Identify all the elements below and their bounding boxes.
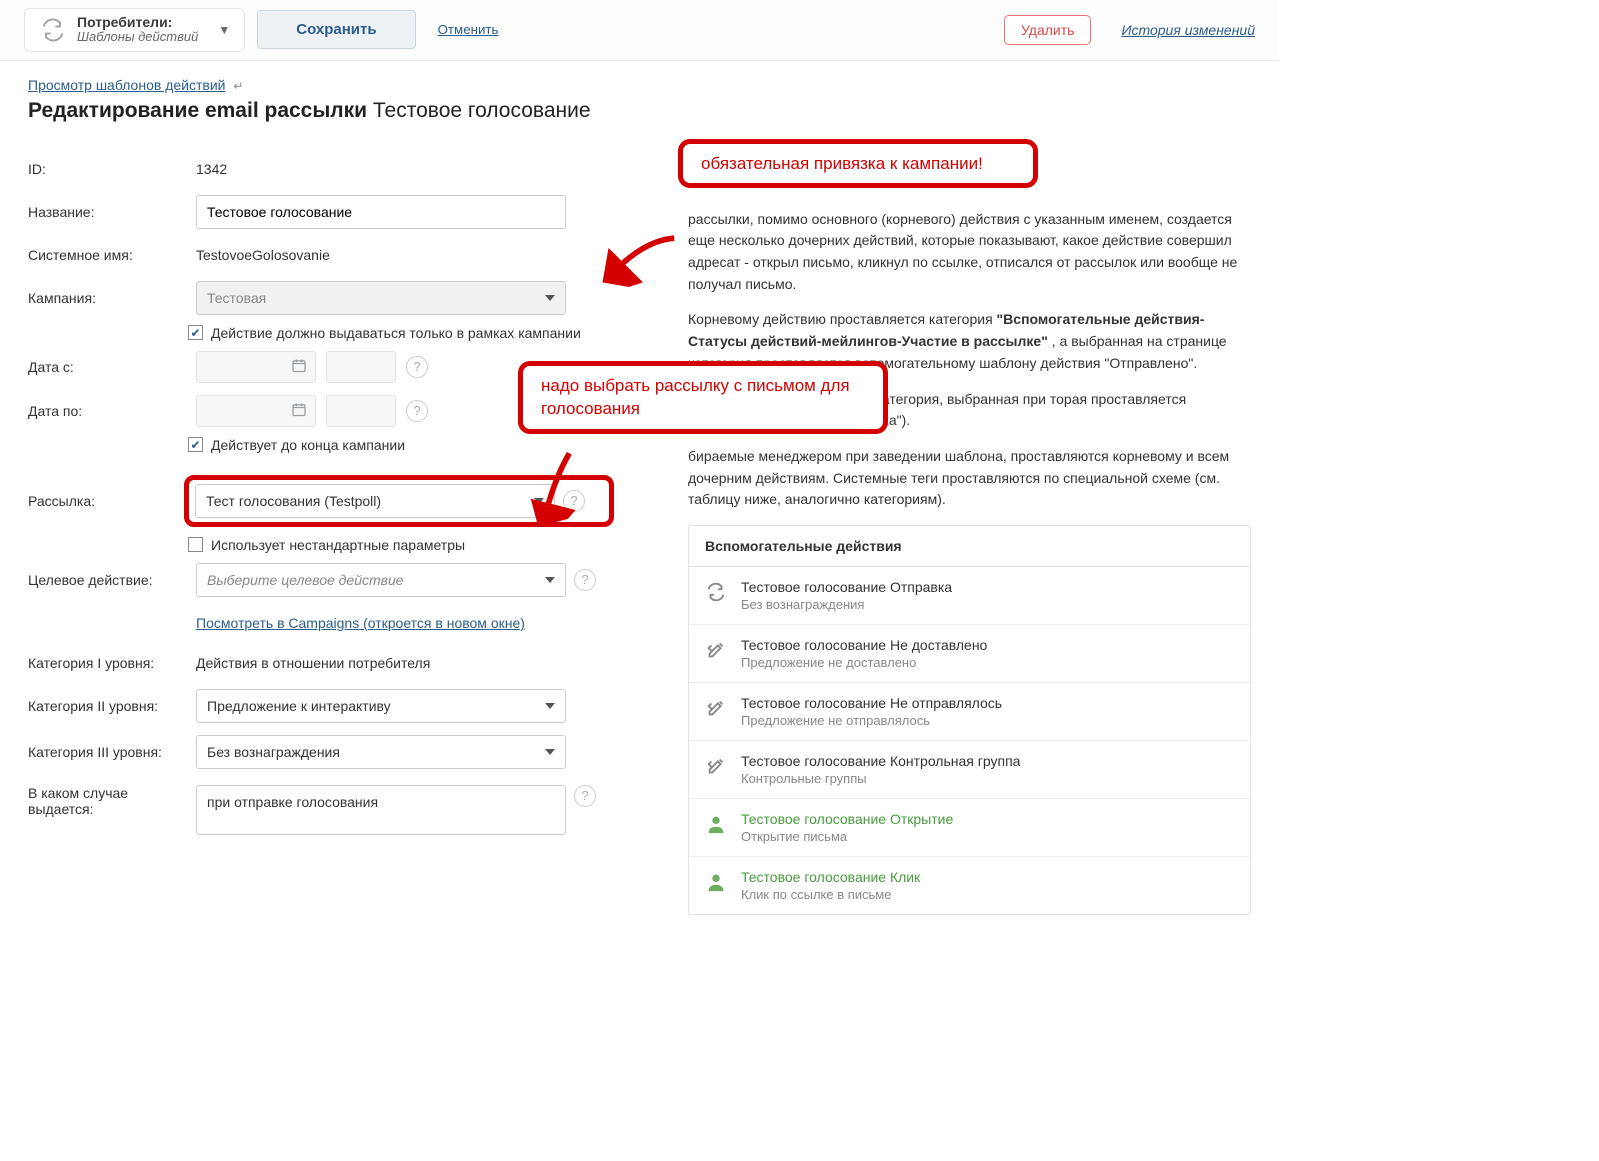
context-dropdown[interactable]: Потребители: Шаблоны действий ▼	[24, 8, 245, 52]
when-label: В каком случае выдается:	[28, 785, 188, 817]
aux-header: Вспомогательные действия	[689, 526, 1250, 567]
delete-button[interactable]: Удалить	[1004, 15, 1091, 45]
tools-icon	[705, 755, 727, 777]
date-to-label: Дата по:	[28, 403, 188, 419]
return-icon: ↵	[233, 79, 243, 93]
refresh-icon	[705, 581, 727, 603]
open-campaigns-link[interactable]: Посмотреть в Campaigns (откроется в ново…	[196, 615, 525, 631]
calendar-icon	[291, 357, 307, 376]
target-label: Целевое действие:	[28, 572, 188, 588]
breadcrumb-back-link[interactable]: Просмотр шаблонов действий	[28, 77, 225, 93]
help-icon[interactable]: ?	[406, 356, 428, 378]
annotation-select-mailing: надо выбрать рассылку с письмом для голо…	[518, 361, 888, 435]
aux-item[interactable]: Тестовое голосование Отправка Без вознагр…	[689, 567, 1250, 625]
cat3-label: Категория III уровня:	[28, 744, 188, 760]
info-paragraph: рассылки, помимо основного (корневого) д…	[688, 209, 1251, 296]
cat2-select[interactable]: Предложение к интерактиву	[196, 689, 566, 723]
chevron-down-icon	[545, 703, 555, 709]
campaign-only-label: Действие должно выдаваться только в рамк…	[211, 325, 581, 341]
aux-item[interactable]: Тестовое голосование Клик Клик по ссылке …	[689, 857, 1250, 914]
chevron-down-icon	[545, 295, 555, 301]
mailing-label: Рассылка:	[28, 493, 188, 509]
aux-item-title: Тестовое голосование Не доставлено	[741, 637, 987, 653]
auxiliary-actions-panel: Вспомогательные действия Тестовое голосо…	[688, 525, 1251, 915]
date-from-input[interactable]	[196, 351, 316, 383]
campaign-select[interactable]: Тестовая	[196, 281, 566, 315]
aux-item-title: Тестовое голосование Контрольная группа	[741, 753, 1020, 769]
name-label: Название:	[28, 204, 188, 220]
aux-item-subtitle: Предложение не отправлялось	[741, 713, 1002, 728]
aux-item-title: Тестовое голосование Открытие	[741, 811, 953, 827]
help-icon[interactable]: ?	[406, 400, 428, 422]
cat1-value: Действия в отношении потребителя	[196, 655, 430, 671]
till-end-label: Действует до конца кампании	[211, 437, 405, 453]
chevron-down-icon	[545, 749, 555, 755]
recycle-icon	[39, 16, 67, 44]
context-title: Потребители:	[77, 15, 198, 30]
time-from-input[interactable]	[326, 351, 396, 383]
date-from-label: Дата с:	[28, 359, 188, 375]
till-end-checkbox[interactable]: ✔	[188, 437, 203, 452]
aux-item[interactable]: Тестовое голосование Контрольная группа К…	[689, 741, 1250, 799]
help-icon[interactable]: ?	[574, 569, 596, 591]
aux-item-title: Тестовое голосование Не отправлялось	[741, 695, 1002, 711]
cat3-select[interactable]: Без вознаграждения	[196, 735, 566, 769]
aux-item[interactable]: Тестовое голосование Не отправлялось Пред…	[689, 683, 1250, 741]
aux-item-title: Тестовое голосование Клик	[741, 869, 920, 885]
cancel-button[interactable]: Отменить	[428, 14, 509, 45]
page-header: Просмотр шаблонов действий ↵ Редактирова…	[0, 61, 1279, 129]
date-to-input[interactable]	[196, 395, 316, 427]
campaign-label: Кампания:	[28, 290, 188, 306]
aux-item-subtitle: Без вознаграждения	[741, 597, 952, 612]
aux-item-subtitle: Контрольные группы	[741, 771, 1020, 786]
mailing-select[interactable]: Тест голосования (Testpoll)	[195, 484, 555, 518]
id-label: ID:	[28, 161, 188, 177]
sysname-label: Системное имя:	[28, 247, 188, 263]
help-icon[interactable]: ?	[574, 785, 596, 807]
campaign-only-checkbox[interactable]: ✔	[188, 325, 203, 340]
history-link[interactable]: История изменений	[1121, 22, 1255, 38]
nonstandard-checkbox[interactable]	[188, 537, 203, 552]
when-textarea[interactable]: при отправке голосования	[196, 785, 566, 835]
annotation-arrow-icon	[602, 213, 683, 294]
top-toolbar: Потребители: Шаблоны действий ▼ Сохранит…	[0, 0, 1279, 61]
nonstandard-label: Использует нестандартные параметры	[211, 537, 465, 553]
sysname-value: TestovoeGolosovanie	[196, 247, 330, 263]
chevron-down-icon	[545, 577, 555, 583]
annotation-campaign-required: обязательная привязка к кампании!	[678, 139, 1038, 189]
id-value: 1342	[196, 161, 227, 177]
calendar-icon	[291, 401, 307, 420]
time-to-input[interactable]	[326, 395, 396, 427]
aux-item-title: Тестовое голосование Отправка	[741, 579, 952, 595]
info-paragraph: бираемые менеджером при заведении шаблон…	[688, 446, 1251, 511]
chevron-down-icon: ▼	[218, 23, 230, 37]
user-icon	[705, 813, 727, 835]
info-column: обязательная привязка к кампании! надо в…	[688, 149, 1251, 915]
tools-icon	[705, 697, 727, 719]
name-input[interactable]	[196, 195, 566, 229]
breadcrumb: Просмотр шаблонов действий ↵	[28, 77, 1251, 93]
target-select[interactable]: Выберите целевое действие	[196, 563, 566, 597]
user-icon	[705, 871, 727, 893]
context-subtitle: Шаблоны действий	[77, 30, 198, 44]
cat2-label: Категория II уровня:	[28, 698, 188, 714]
aux-item[interactable]: Тестовое голосование Открытие Открытие пи…	[689, 799, 1250, 857]
aux-item-subtitle: Предложение не доставлено	[741, 655, 987, 670]
aux-item-subtitle: Клик по ссылке в письме	[741, 887, 920, 902]
aux-item[interactable]: Тестовое голосование Не доставлено Предло…	[689, 625, 1250, 683]
save-button[interactable]: Сохранить	[257, 10, 415, 49]
tools-icon	[705, 639, 727, 661]
aux-item-subtitle: Открытие письма	[741, 829, 953, 844]
page-title: Редактирование email рассылки Тестовое г…	[28, 99, 1251, 123]
cat1-label: Категория I уровня:	[28, 655, 188, 671]
